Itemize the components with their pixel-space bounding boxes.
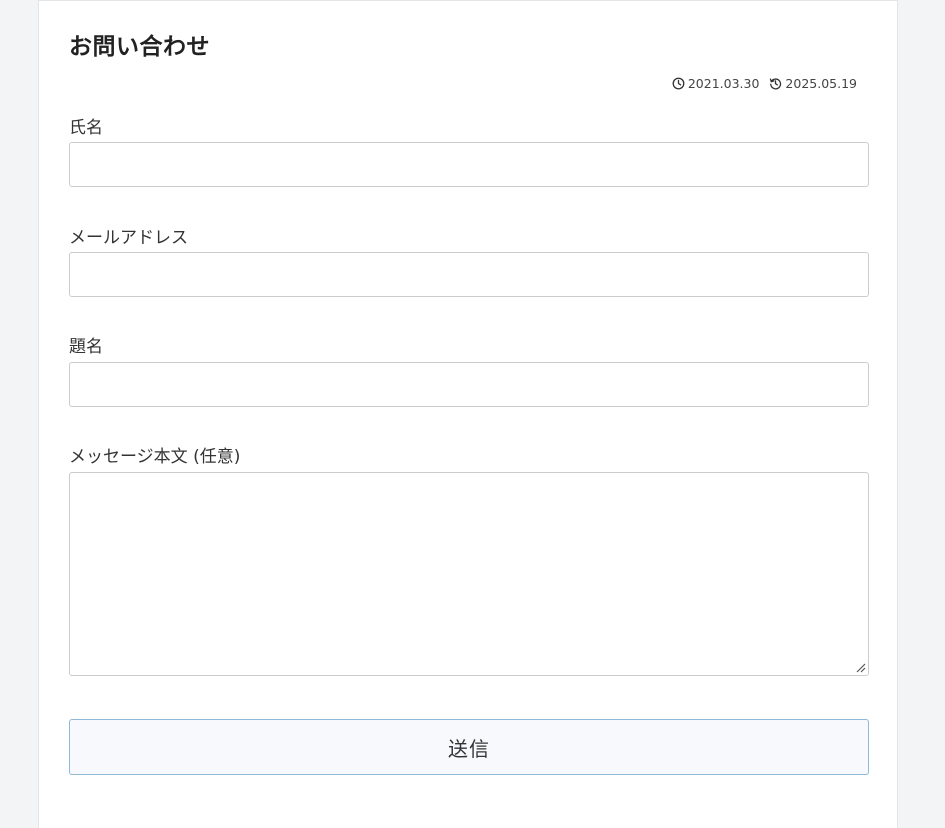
subject-label: 題名 [69, 337, 103, 357]
name-input[interactable] [69, 142, 869, 187]
email-input[interactable] [69, 252, 869, 297]
name-label: 氏名 [69, 118, 103, 138]
updated-date-text: 2025.05.19 [785, 76, 857, 91]
published-date: 2021.03.30 [672, 76, 760, 91]
submit-button[interactable]: 送信 [69, 719, 869, 775]
post-dates: 2021.03.30 2025.05.19 [662, 76, 857, 91]
content-card: お問い合わせ 2021.03.30 2025.05.19 氏名 メールアドレス … [38, 0, 898, 828]
resize-handle-icon[interactable] [854, 661, 866, 673]
updated-date: 2025.05.19 [769, 76, 857, 91]
history-icon [770, 78, 782, 90]
email-label: メールアドレス [69, 228, 188, 248]
page-title: お問い合わせ [69, 34, 210, 60]
message-label: メッセージ本文 (任意) [69, 447, 241, 467]
clock-icon [672, 77, 685, 90]
published-date-text: 2021.03.30 [687, 76, 760, 91]
message-textarea[interactable] [69, 472, 869, 676]
subject-input[interactable] [69, 362, 869, 407]
